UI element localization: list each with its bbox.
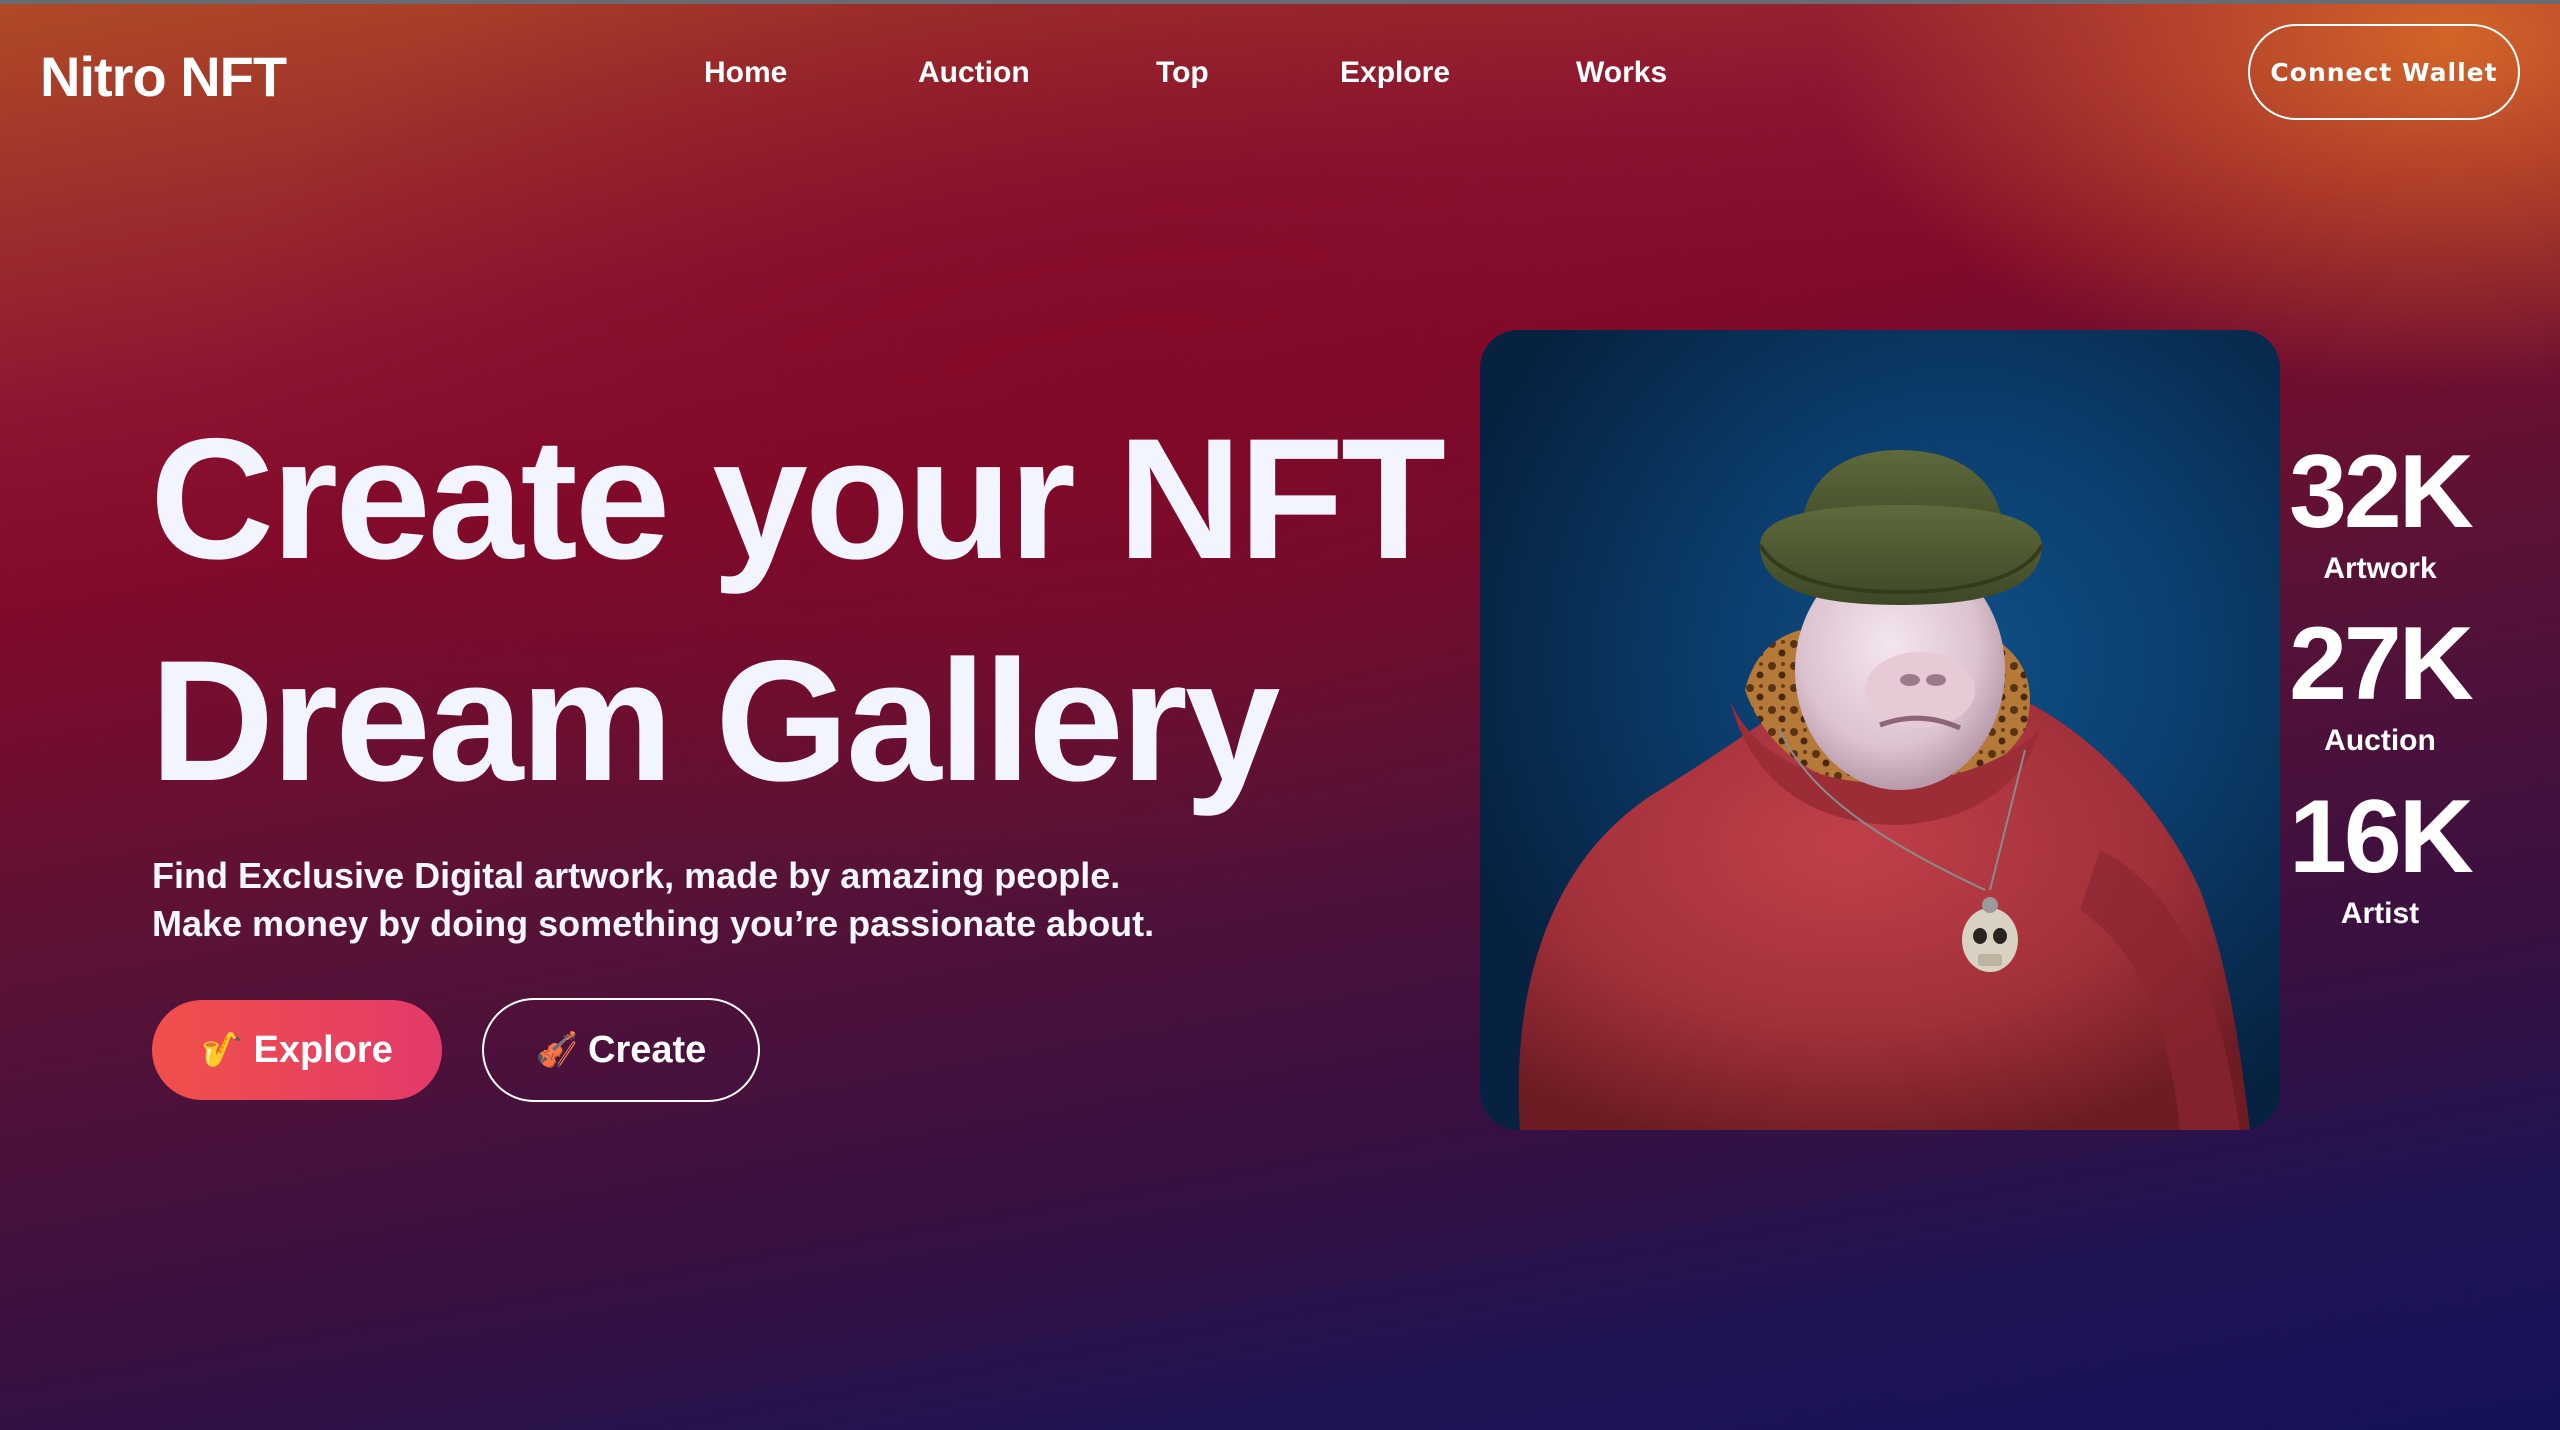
hero-title: Create your NFT Dream Gallery [150,388,1450,832]
ape-illustration [1518,450,2250,1130]
nav-home[interactable]: Home [704,56,787,90]
stat-artist-label: Artist [2340,897,2420,930]
hero-subtitle: Find Exclusive Digital artwork, made by … [152,852,1252,948]
violin-icon: 🎻 [535,1031,579,1069]
hero-title-line-2: Dream Gallery [150,625,1280,817]
stat-auction-label: Auction [2324,724,2436,757]
brand-logo[interactable]: Nitro NFT [40,44,287,109]
saxophone-icon: 🎷 [201,1031,244,1069]
nav-top[interactable]: Top [1156,56,1209,90]
stat-artist: 16K Artist [2280,785,2480,931]
create-button-label: Create [588,1028,707,1071]
nav-explore[interactable]: Explore [1340,56,1450,90]
hero-title-line-1: Create your NFT [150,403,1446,595]
create-button[interactable]: 🎻 Create [482,998,760,1102]
stat-auction: 27K Auction [2280,612,2480,758]
nav-auction[interactable]: Auction [918,56,1030,90]
nav-works[interactable]: Works [1576,56,1667,90]
featured-nft-artwork[interactable] [1480,330,2280,1130]
window-top-border [0,0,2560,4]
stat-auction-value: 27K [2289,606,2474,722]
connect-wallet-button[interactable]: Connect Wallet [2248,24,2520,120]
stat-artwork-value: 32K [2289,434,2474,550]
hero-subtitle-line-2: Make money by doing something you’re pas… [152,903,1155,944]
explore-button[interactable]: 🎷 Explore [152,1000,442,1100]
stat-artwork-label: Artwork [2323,552,2437,585]
stat-artist-value: 16K [2289,779,2474,895]
hero-subtitle-line-1: Find Exclusive Digital artwork, made by … [152,855,1121,896]
explore-button-label: Explore [253,1028,393,1071]
stat-artwork: 32K Artwork [2280,440,2480,586]
